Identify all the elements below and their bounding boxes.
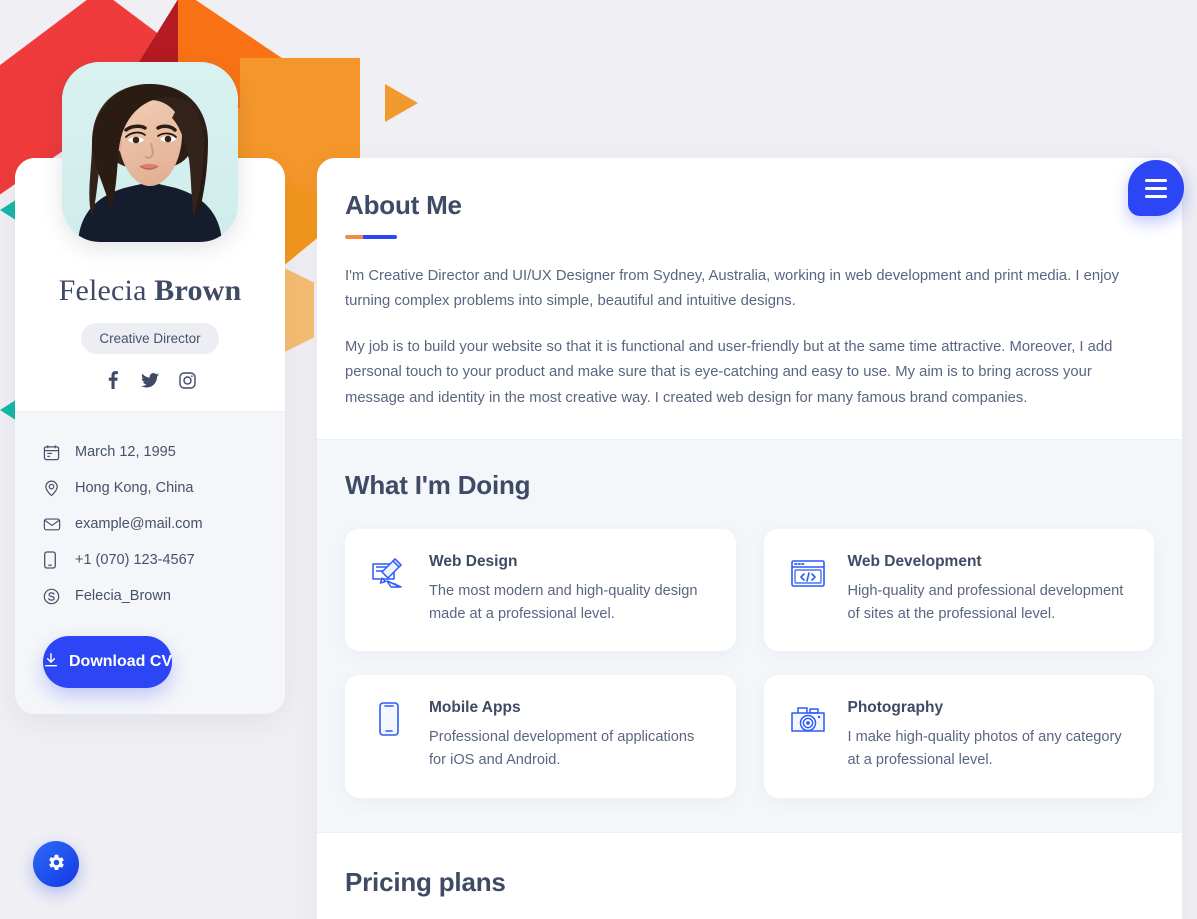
underline-orange-segment xyxy=(345,235,363,239)
service-description: Professional development of applications… xyxy=(429,729,695,769)
download-cv-label: Download CV xyxy=(69,653,173,670)
service-card-mobile-apps[interactable]: Mobile Apps Professional development of … xyxy=(345,675,736,798)
skype-icon xyxy=(43,588,65,605)
twitter-icon[interactable] xyxy=(141,371,159,389)
download-icon xyxy=(43,652,59,673)
title-underline xyxy=(345,235,397,239)
about-paragraph-2: My job is to build your website so that … xyxy=(345,338,1113,406)
pricing-section: Pricing plans xyxy=(317,831,1182,919)
envelope-icon xyxy=(43,515,65,533)
list-item[interactable]: Hong Kong, China xyxy=(15,470,285,506)
page-title: Felecia Brown xyxy=(33,274,267,307)
status-badge: Creative Director xyxy=(81,323,219,354)
service-description: The most modern and high-quality design … xyxy=(429,583,698,622)
service-title: Web Development xyxy=(847,553,982,571)
service-description: I make high-quality photos of any catego… xyxy=(847,729,1122,769)
instagram-icon[interactable] xyxy=(178,371,196,389)
download-cv-button[interactable]: Download CV xyxy=(43,636,173,688)
underline-blue-segment xyxy=(363,235,397,239)
menu-toggle-button[interactable] xyxy=(1128,160,1184,216)
service-card-web-development[interactable]: Web Development High-quality and profess… xyxy=(763,529,1154,652)
service-description: High-quality and professional developmen… xyxy=(847,583,1124,622)
list-item-label: Felecia_Brown xyxy=(75,588,171,604)
avatar xyxy=(62,62,238,242)
mobile-apps-icon xyxy=(369,699,409,739)
what-im-doing-section: What I'm Doing Web Design The most moder… xyxy=(317,439,1182,832)
service-cards-grid: Web Design The most modern and high-qual… xyxy=(345,529,1154,798)
service-title: Web Design xyxy=(429,553,518,571)
decor-orange-play-triangle xyxy=(385,84,418,122)
first-name: Felecia xyxy=(58,274,147,307)
about-title: About Me xyxy=(345,190,462,220)
doing-title: What I'm Doing xyxy=(345,470,531,501)
contact-list: March 12, 1995 Hong Kong, China example@… xyxy=(15,411,285,714)
service-title: Photography xyxy=(847,699,944,717)
last-name: Brown xyxy=(154,274,242,307)
web-development-icon xyxy=(788,553,828,593)
avatar-portrait xyxy=(62,62,238,242)
settings-button[interactable] xyxy=(33,841,79,887)
hamburger-bar xyxy=(1145,178,1167,182)
location-pin-icon xyxy=(43,480,65,497)
gear-icon xyxy=(46,852,67,876)
main-content: About Me I'm Creative Director and UI/UX… xyxy=(317,158,1182,919)
facebook-icon[interactable] xyxy=(104,371,122,389)
list-item[interactable]: March 12, 1995 xyxy=(15,434,285,470)
service-title: Mobile Apps xyxy=(429,699,521,717)
service-card-photography[interactable]: Photography I make high-quality photos o… xyxy=(763,675,1154,798)
portfolio-page: Felecia Brown Creative Director March 12… xyxy=(0,0,1197,919)
pricing-title: Pricing plans xyxy=(345,866,506,897)
hamburger-bar xyxy=(1145,194,1167,198)
hamburger-bar xyxy=(1145,186,1167,190)
service-card-web-design[interactable]: Web Design The most modern and high-qual… xyxy=(345,529,736,652)
list-item[interactable]: +1 (070) 123-4567 xyxy=(15,542,285,578)
about-paragraph-1: I'm Creative Director and UI/UX Designer… xyxy=(345,268,1119,310)
list-item-label: Hong Kong, China xyxy=(75,480,194,496)
photography-icon xyxy=(788,699,828,739)
about-section: About Me I'm Creative Director and UI/UX… xyxy=(317,158,1182,440)
calendar-icon xyxy=(43,444,65,461)
list-item-label: +1 (070) 123-4567 xyxy=(75,552,195,568)
list-item[interactable]: example@mail.com xyxy=(15,506,285,542)
mobile-phone-icon xyxy=(43,551,65,569)
list-item-label: March 12, 1995 xyxy=(75,444,176,460)
web-design-icon xyxy=(369,553,409,593)
list-item-label: example@mail.com xyxy=(75,516,203,532)
list-item[interactable]: Felecia_Brown xyxy=(15,578,285,614)
social-links xyxy=(33,371,267,389)
